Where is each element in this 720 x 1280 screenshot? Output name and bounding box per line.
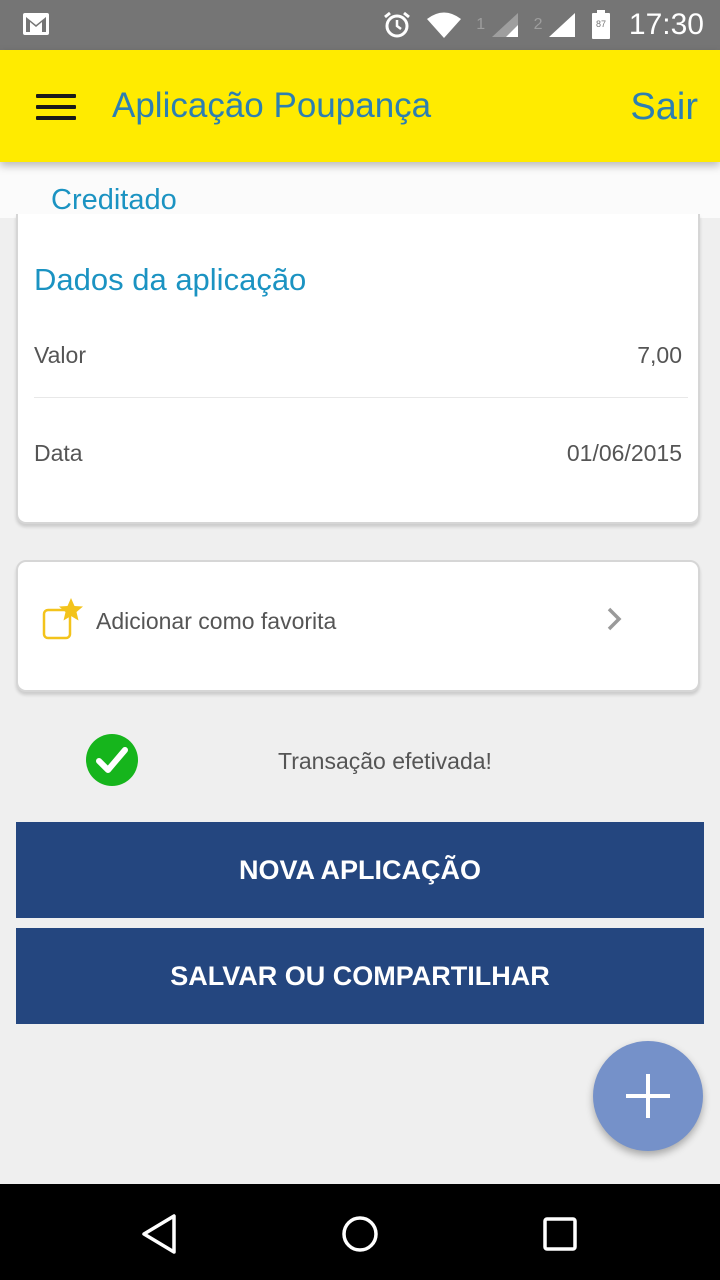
details-card: Dados da aplicação Valor 7,00 Data 01/06… [16,214,700,524]
add-favorite-item[interactable]: Adicionar como favorita [16,560,700,692]
fab-add-button[interactable] [593,1041,703,1151]
detail-label: Data [34,440,83,466]
detail-value: 7,00 [637,342,682,368]
recent-apps-icon[interactable] [538,1212,582,1256]
check-circle-icon [86,734,138,786]
save-share-button[interactable]: SALVAR OU COMPARTILHAR [16,928,704,1024]
gmail-icon [23,13,49,35]
battery-icon: 87 [591,10,610,39]
add-favorite-label: Adicionar como favorita [96,608,337,634]
svg-text:87: 87 [596,19,606,29]
status-header: Creditado [0,162,720,218]
detail-value: 01/06/2015 [566,440,682,466]
new-application-button[interactable]: NOVA APLICAÇÃO [16,822,704,918]
success-message-row: Transação efetivada! [0,734,720,786]
system-nav-bar [0,1184,720,1280]
transaction-status-label: Creditado [51,184,177,216]
hamburger-menu-icon[interactable] [36,94,76,120]
sim1-signal: 1 [476,11,519,39]
divider [34,397,688,398]
plus-icon [626,1074,670,1118]
logout-button[interactable]: Sair [630,86,698,129]
signal-icon [548,13,575,37]
detail-label: Valor [34,342,86,368]
chevron-right-icon [607,607,622,631]
page-title: Aplicação Poupança [112,86,432,125]
status-icons: 1 2 87 17:30 [382,0,704,50]
details-title: Dados da aplicação [34,262,307,297]
signal-icon [491,13,518,37]
alarm-icon [384,11,411,38]
success-message: Transação efetivada! [278,748,492,774]
favorite-star-icon [42,598,83,640]
app-bar: Aplicação Poupança Sair [0,50,720,162]
wifi-icon [427,12,462,38]
detail-row-date: Data 01/06/2015 [34,440,682,480]
sim2-signal: 2 [534,11,577,39]
status-bar: 1 2 87 17:30 [0,0,720,50]
back-icon[interactable] [138,1212,182,1256]
status-time: 17:30 [628,8,704,41]
detail-row-value: Valor 7,00 [34,342,682,382]
home-icon[interactable] [338,1212,382,1256]
